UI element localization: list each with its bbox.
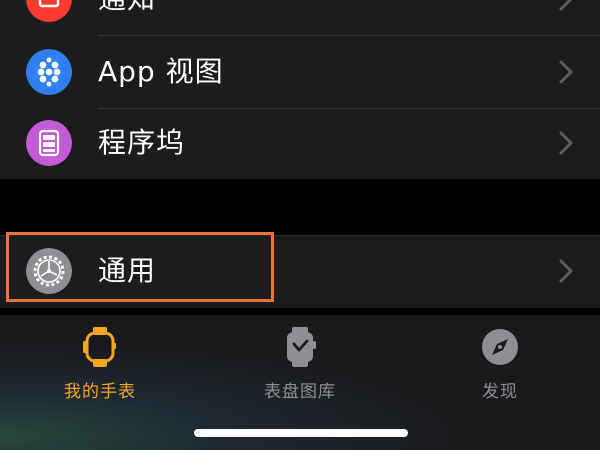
settings-row-app-view[interactable]: App 视图 xyxy=(0,37,600,109)
settings-row-label: App 视图 xyxy=(98,55,224,88)
tab-label: 表盘图库 xyxy=(264,382,336,402)
settings-row-dock[interactable]: 程序坞 xyxy=(0,108,600,180)
notification-icon xyxy=(26,0,72,22)
my-watch-icon xyxy=(83,327,116,367)
compass-icon xyxy=(482,329,518,365)
chevron-right-icon xyxy=(559,131,573,155)
chevron-right-icon xyxy=(559,60,573,84)
watch-face-gallery-icon xyxy=(287,327,316,367)
settings-group-top: 通知 App 视图 xyxy=(0,0,600,179)
tab-discover[interactable]: 发现 xyxy=(400,325,600,402)
tab-face-gallery[interactable]: 表盘图库 xyxy=(200,325,400,402)
dock-icon xyxy=(26,120,72,166)
settings-row-notifications[interactable]: 通知 xyxy=(0,0,600,36)
row-separator xyxy=(98,35,600,36)
chevron-right-icon xyxy=(559,259,573,283)
settings-row-label: 程序坞 xyxy=(98,126,186,159)
chevron-right-icon xyxy=(559,0,573,11)
tab-my-watch[interactable]: 我的手表 xyxy=(0,325,200,402)
tab-label: 发现 xyxy=(482,382,518,402)
home-indicator[interactable] xyxy=(194,429,408,437)
settings-row-label: 通知 xyxy=(98,0,156,16)
tab-label: 我的手表 xyxy=(64,382,136,402)
highlight-box xyxy=(6,232,274,302)
app-view-icon xyxy=(26,49,72,95)
